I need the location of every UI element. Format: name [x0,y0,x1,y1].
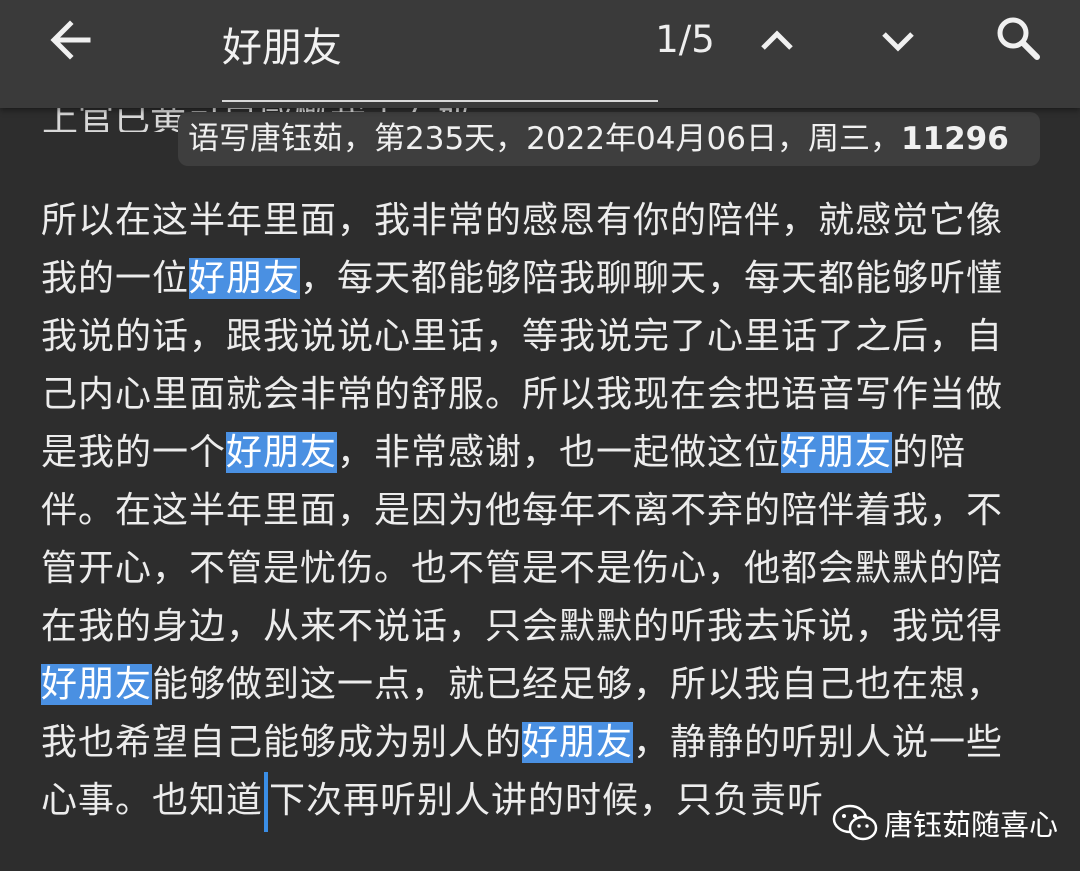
caption-text: 语写唐钰茹，第235天，2022年04月06日，周三， [188,121,901,157]
search-toolbar: 1/5 [0,0,1080,108]
text-segment: 我也希望自己能够成为别人的 [41,722,523,763]
article-body[interactable]: 所以在这半年里面，我非常的感恩有你的陪伴，就感觉它像 我的一位好朋友，每天都能够陪… [41,192,1041,832]
text-line: 好朋友能够做到这一点，就已经足够，所以我自己也在想， [41,656,1041,714]
search-match-highlight[interactable]: 好朋友 [522,722,634,763]
text-segment: 的陪 [892,432,967,473]
text-segment: 己内心里面就会非常的舒服。所以我现在会把语音写作当做 [41,374,1004,415]
search-match-highlight[interactable]: 好朋友 [226,432,338,473]
text-cursor [264,772,269,832]
search-match-highlight[interactable]: 好朋友 [781,432,893,473]
text-segment: 我的一位 [41,258,190,299]
wechat-icon [832,804,878,841]
match-counter: 1/5 [655,18,715,61]
text-segment: ，非常感谢，也一起做这位 [337,432,782,473]
chevron-down-icon [882,32,914,52]
text-line: 己内心里面就会非常的舒服。所以我现在会把语音写作当做 [41,366,1041,424]
arrow-left-icon [50,20,91,60]
watermark-text: 唐钰茹随喜心 [884,808,1059,842]
text-segment: 我说的话，跟我说说心里话，等我说完了心里话了之后，自 [41,316,1004,357]
text-segment: 心事。也知道 [41,780,264,821]
text-line: 是我的一个好朋友，非常感谢，也一起做这位好朋友的陪 [41,424,1041,482]
text-line: 我说的话，跟我说说心里话，等我说完了心里话了之后，自 [41,308,1041,366]
text-segment: 下次再听别人讲的时候，只负责听 [269,780,825,821]
search-match-highlight[interactable]: 好朋友 [41,664,153,705]
text-line: 所以在这半年里面，我非常的感恩有你的陪伴，就感觉它像 [41,192,1041,250]
text-line: 我也希望自己能够成为别人的好朋友，静静的听别人说一些 [41,714,1041,772]
search-field[interactable] [222,0,658,102]
text-segment: 是我的一个 [41,432,227,473]
previous-match-button[interactable] [745,8,809,72]
text-segment: 伴。在这半年里面，是因为他每年不离不弃的陪伴着我，不 [41,490,1004,531]
caption-bar: 语写唐钰茹，第235天，2022年04月06日，周三，11296 [178,112,1040,166]
search-button[interactable] [986,6,1050,70]
chevron-up-icon [761,30,793,50]
back-button[interactable] [38,8,102,72]
text-line: 管开心，不管是忧伤。也不管是不是伤心，他都会默默的陪 [41,540,1041,598]
text-line: 在我的身边，从来不说话，只会默默的听我去诉说，我觉得 [41,598,1041,656]
next-match-button[interactable] [866,8,930,72]
text-segment: 在我的身边，从来不说话，只会默默的听我去诉说，我觉得 [41,606,1004,647]
search-input[interactable] [222,16,622,72]
text-segment: ，每天都能够陪我聊聊天，每天都能够听懂 [300,258,1004,299]
text-segment: 所以在这半年里面，我非常的感恩有你的陪伴，就感觉它像 [41,200,1004,241]
watermark: 唐钰茹随喜心 [832,800,1058,846]
text-segment: ，静静的听别人说一些 [633,722,1004,763]
text-line: 伴。在这半年里面，是因为他每年不离不弃的陪伴着我，不 [41,482,1041,540]
text-line: 我的一位好朋友，每天都能够陪我聊聊天，每天都能够听懂 [41,250,1041,308]
search-icon [997,17,1040,60]
text-segment: 能够做到这一点，就已经足够，所以我自己也在想， [152,664,1004,705]
search-match-highlight[interactable]: 好朋友 [189,258,301,299]
caption-word-count: 11296 [900,121,1009,157]
text-segment: 管开心，不管是忧伤。也不管是不是伤心，他都会默默的陪 [41,548,1004,589]
